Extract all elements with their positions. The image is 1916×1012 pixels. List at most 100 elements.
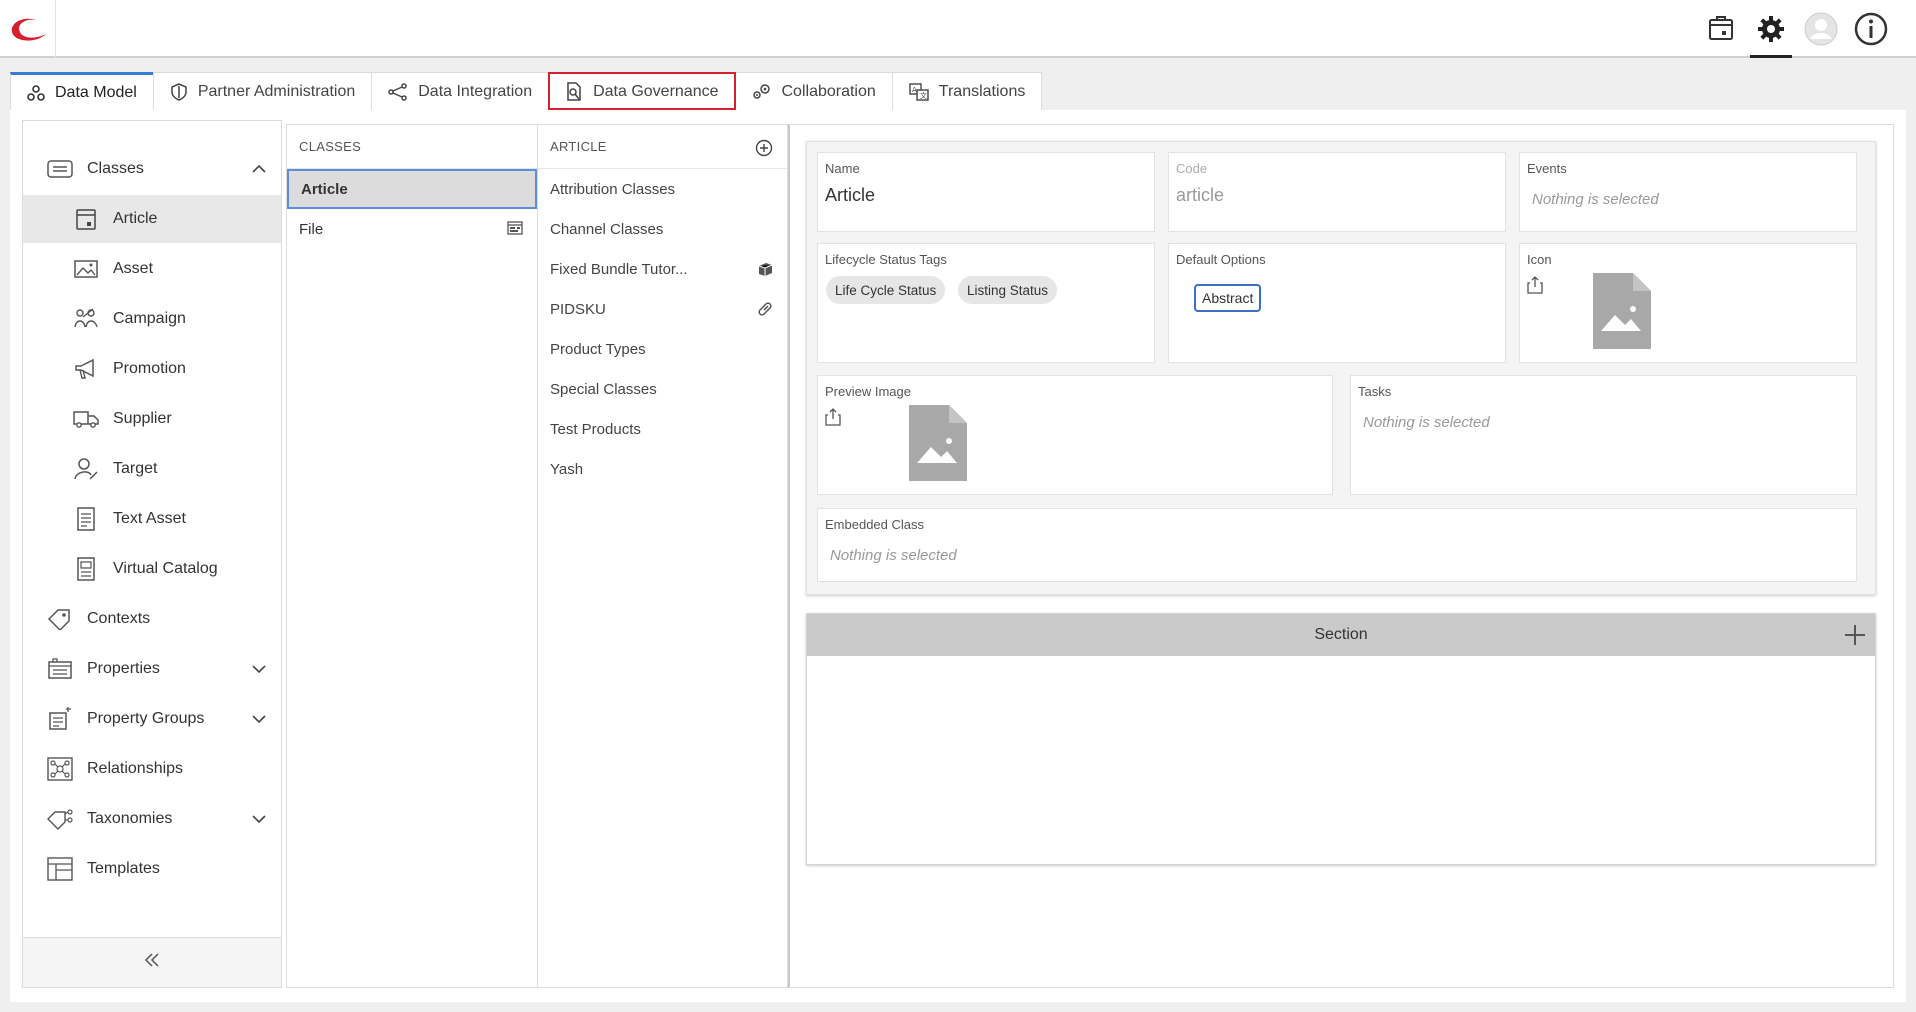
nav-label: Campaign [113,310,186,327]
name-field[interactable]: Name Article [817,152,1155,232]
svg-text:文: 文 [920,91,927,100]
icon-field[interactable]: Icon [1519,243,1857,363]
nav-item-asset[interactable]: Asset [23,245,281,293]
subclass-item-product-types[interactable]: Product Types [538,329,787,369]
subclass-label: Attribution Classes [550,180,676,198]
shield-icon [170,82,188,101]
events-empty-text: Nothing is selected [1532,191,1659,208]
relationships-icon [45,757,75,781]
text-document-icon [71,507,101,531]
nav-item-contexts[interactable]: Contexts [23,595,281,643]
nav-item-relationships[interactable]: Relationships [23,745,281,793]
catalog-icon[interactable] [1696,0,1746,58]
nav-label: Promotion [113,360,186,377]
tab-data-governance[interactable]: Data Governance [548,72,736,110]
tab-data-integration[interactable]: Data Integration [371,72,550,110]
nav-label: Relationships [87,760,184,777]
chevron-down-icon[interactable] [251,661,267,682]
add-section-icon[interactable] [1843,623,1867,652]
tag-chip-life-cycle-status[interactable]: Life Cycle Status [826,276,946,304]
top-bar [0,0,1916,58]
class-label: File [299,220,324,238]
tab-translations[interactable]: A文 Translations [891,72,1043,110]
nav-label: Supplier [113,410,172,427]
tab-data-model[interactable]: Data Model [10,72,154,110]
user-avatar-icon[interactable] [1796,0,1846,58]
subclass-label: Fixed Bundle Tutor... [550,260,688,278]
class-label: Article [301,180,348,198]
nav-item-templates[interactable]: Templates [23,845,281,893]
nav-item-promotion[interactable]: Promotion [23,345,281,393]
name-label: Name [825,161,860,176]
subclass-item-yash[interactable]: Yash [538,449,787,489]
tab-partner-administration[interactable]: Partner Administration [152,72,373,110]
nav-item-target[interactable]: Target [23,445,281,493]
default-options-field[interactable]: Default Options Abstract [1168,243,1506,363]
subclass-item-fixed-bundle[interactable]: Fixed Bundle Tutor... [538,249,787,289]
tag-chip-listing-status[interactable]: Listing Status [958,276,1058,304]
subclass-item-special-classes[interactable]: Special Classes [538,369,787,409]
nav-item-virtual-catalog[interactable]: Virtual Catalog [23,545,281,593]
classes-column: CLASSES Article File [286,124,538,988]
add-circle-icon[interactable] [755,139,773,160]
nav-label: Properties [87,660,160,677]
preview-image-label: Preview Image [825,384,911,399]
events-label: Events [1527,161,1567,176]
name-value[interactable]: Article [825,185,875,206]
tab-label: Data Model [55,83,137,101]
data-model-icon [27,84,45,102]
upload-icon[interactable] [1527,276,1543,299]
embedded-class-field[interactable]: Embedded Class Nothing is selected [817,508,1857,582]
nav-item-campaign[interactable]: Campaign [23,295,281,343]
left-nav: Classes Article Asset Campaign Promotion… [22,120,282,988]
properties-icon [45,658,75,680]
upload-icon[interactable] [825,408,841,431]
chevron-up-icon[interactable] [251,161,267,182]
nav-label: Asset [113,260,154,277]
class-item-file[interactable]: File [287,209,537,249]
collapse-sidebar-button[interactable] [23,937,281,987]
nav-label: Taxonomies [87,810,173,827]
svg-text:A: A [912,86,917,94]
tab-label: Partner Administration [197,82,356,100]
nav-item-supplier[interactable]: Supplier [23,395,281,443]
content-area: Classes Article Asset Campaign Promotion… [10,110,1906,1002]
nav-item-classes[interactable]: Classes [23,145,281,193]
subclass-item-pidsku[interactable]: PIDSKU [538,289,787,329]
class-form-card: Name Article Code article Events Nothing… [806,141,1876,595]
truck-icon [71,409,101,429]
tab-collaboration[interactable]: Collaboration [734,72,893,110]
lifecycle-status-tags-field[interactable]: Lifecycle Status Tags Life Cycle Status … [817,243,1155,363]
article-icon [71,207,101,231]
subclass-item-test-products[interactable]: Test Products [538,409,787,449]
tasks-empty-text: Nothing is selected [1363,414,1490,431]
tab-label: Data Governance [593,82,719,100]
tasks-field[interactable]: Tasks Nothing is selected [1350,375,1857,495]
chevron-down-icon[interactable] [251,811,267,832]
nav-item-article[interactable]: Article [23,195,281,243]
events-field[interactable]: Events Nothing is selected [1519,152,1857,232]
double-chevron-left-icon [143,952,161,973]
logo-icon[interactable] [0,0,56,58]
link-icon [757,301,773,321]
code-value: article [1176,185,1225,205]
subclass-item-channel-classes[interactable]: Channel Classes [538,209,787,249]
option-abstract[interactable]: Abstract [1194,284,1262,312]
info-icon[interactable] [1846,0,1896,58]
nav-item-properties[interactable]: Properties [23,645,281,693]
subclass-label: Special Classes [550,380,657,398]
main-tabs: Data Model Partner Administration Data I… [10,72,1043,110]
chevron-down-icon[interactable] [251,711,267,732]
settings-icon[interactable] [1746,0,1796,58]
class-detail-panel: Name Article Code article Events Nothing… [788,124,1894,988]
nav-item-property-groups[interactable]: Property Groups [23,695,281,743]
document-search-icon [565,81,583,102]
subclass-item-attribution-classes[interactable]: Attribution Classes [538,169,787,209]
nav-label: Article [113,210,158,227]
nav-item-text-asset[interactable]: Text Asset [23,495,281,543]
nav-label: Templates [87,860,160,877]
nav-item-taxonomies[interactable]: Taxonomies [23,795,281,843]
default-options-label: Default Options [1176,252,1266,267]
class-item-article[interactable]: Article [287,169,537,209]
preview-image-field[interactable]: Preview Image [817,375,1333,495]
